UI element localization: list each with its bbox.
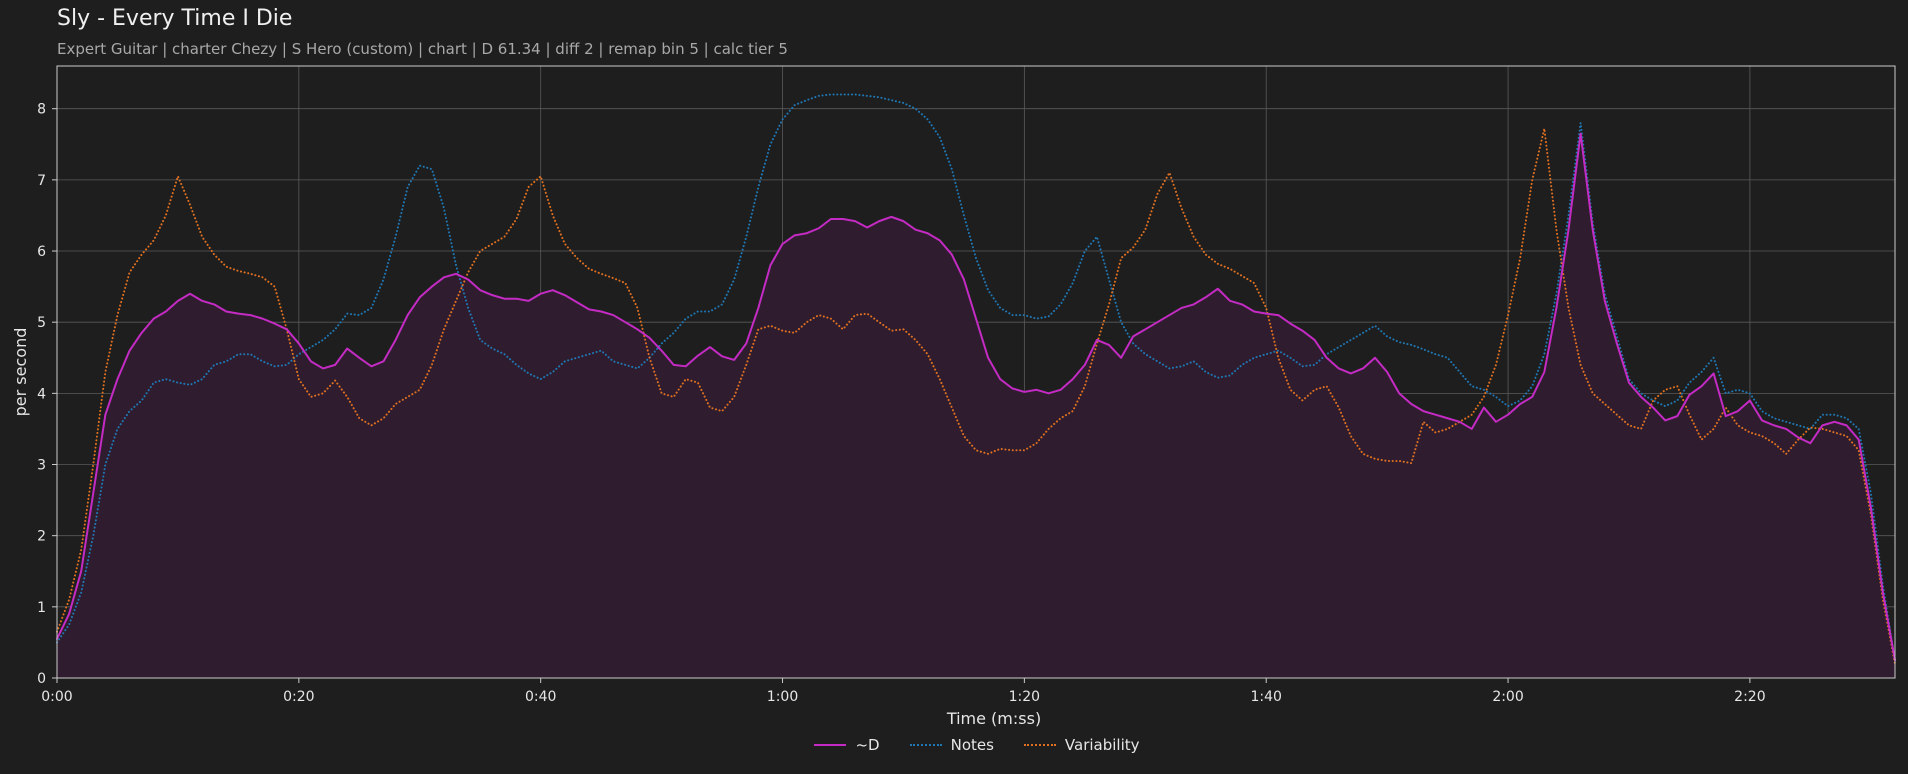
legend-label-notes: Notes: [950, 736, 994, 754]
legend-label-variability: Variability: [1064, 736, 1140, 754]
x-tick-label: 2:00: [1492, 689, 1523, 705]
x-tick-label: 0:00: [41, 689, 72, 705]
legend-swatch-variability: [1023, 744, 1056, 746]
x-tick-label: 1:20: [1009, 689, 1040, 705]
y-axis-label: per second: [11, 328, 30, 417]
x-tick-label: 0:40: [525, 689, 556, 705]
x-tick-label: 1:40: [1250, 689, 1281, 705]
x-tick-label: 0:20: [283, 689, 314, 705]
legend-swatch-d: [814, 744, 847, 746]
y-tick-label: 2: [37, 529, 46, 545]
y-tick-label: 3: [37, 458, 46, 474]
chart-legend: ~D Notes Variability: [0, 736, 1908, 754]
y-tick-label: 7: [37, 173, 46, 189]
y-tick-label: 0: [37, 671, 46, 687]
y-tick-label: 4: [37, 386, 46, 402]
y-tick-label: 8: [37, 102, 46, 118]
legend-swatch-notes: [909, 744, 942, 746]
y-tick-label: 6: [37, 244, 46, 260]
x-axis-label: Time (m:ss): [946, 709, 1041, 728]
y-tick-label: 1: [37, 600, 46, 616]
y-tick-label: 5: [37, 315, 46, 331]
legend-item-d: ~D: [814, 736, 880, 754]
x-tick-label: 2:20: [1734, 689, 1765, 705]
legend-item-notes: Notes: [909, 736, 994, 754]
x-tick-label: 1:00: [767, 689, 798, 705]
legend-item-variability: Variability: [1023, 736, 1140, 754]
line-chart: 0:00 0:20 0:40 1:00 1:20 1:40 2:00 2:20 0 1 2 3 4 5 6 7…: [11, 65, 1896, 728]
legend-label-d: ~D: [855, 736, 880, 754]
